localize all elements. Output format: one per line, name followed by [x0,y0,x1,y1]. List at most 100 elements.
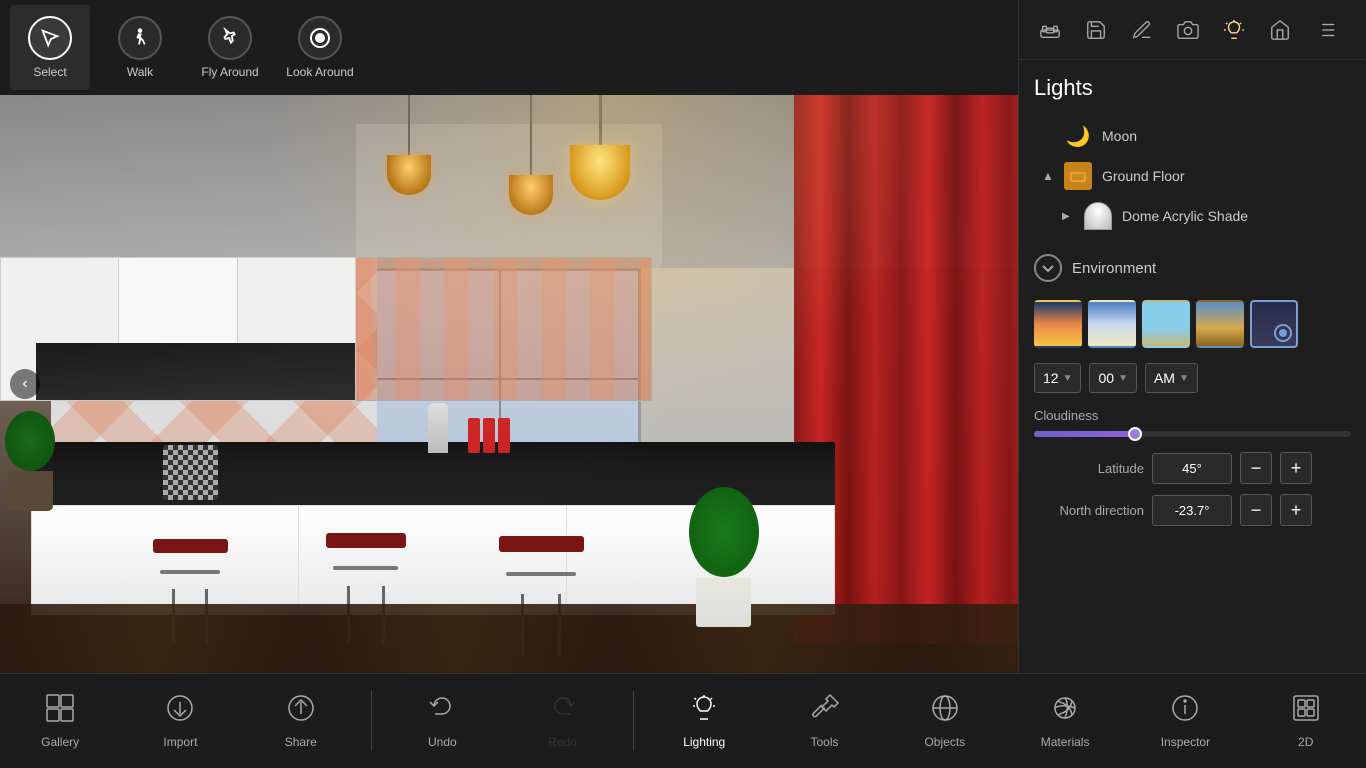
panel-save-btn[interactable] [1077,11,1115,49]
tool-walk-label: Walk [127,65,153,79]
bottom-share[interactable]: Share [251,679,351,764]
north-decrease[interactable]: − [1240,494,1272,526]
bottom-objects[interactable]: Objects [895,679,995,764]
top-toolbar: Select Walk Fly Around Look Around [0,0,1018,95]
dome-arrow: ▶ [1062,211,1074,222]
look-around-icon [298,16,342,60]
tools-icon [810,693,840,730]
north-increase[interactable]: + [1280,494,1312,526]
tree-item-moon[interactable]: 🌙 Moon [1034,116,1351,156]
bottom-2d[interactable]: 2D [1256,679,1356,764]
moon-icon: 🌙 [1064,122,1092,150]
bottom-gallery[interactable]: Gallery [10,679,110,764]
gallery-icon [45,693,75,730]
inspector-icon [1170,693,1200,730]
tool-fly-around-label: Fly Around [201,65,258,79]
period-select[interactable]: AM ▼ [1145,363,1198,393]
materials-icon [1050,693,1080,730]
latitude-decrease[interactable]: − [1240,452,1272,484]
period-arrow: ▼ [1179,373,1189,384]
import-label: Import [163,735,197,749]
viewport-bg: ‹ [0,95,1018,673]
tool-look-around-label: Look Around [286,65,353,79]
lighting-icon [689,693,719,730]
north-value: -23.7° [1152,495,1232,526]
panel-light-btn[interactable] [1215,11,1253,49]
bottom-toolbar: Gallery Import Share Un [0,673,1366,768]
moon-label: Moon [1102,128,1343,144]
time-preset-sunrise[interactable] [1034,300,1082,348]
tree-item-ground-floor[interactable]: ▲ Ground Floor [1034,156,1351,196]
tree-item-dome[interactable]: ▶ Dome Acrylic Shade [1054,196,1351,236]
right-panel: Lights 🌙 Moon ▲ Ground Floor ▶ Dome Acry… [1018,0,1366,673]
import-icon [165,693,195,730]
inspector-label: Inspector [1161,735,1210,749]
environment-section: Environment 12 ▼ [1019,246,1366,546]
latitude-row: Latitude 45° − + [1034,452,1351,484]
hour-arrow: ▼ [1063,373,1073,384]
tools-label: Tools [811,735,839,749]
bottom-tools[interactable]: Tools [775,679,875,764]
panel-list-btn[interactable] [1307,11,1345,49]
lights-section: Lights 🌙 Moon ▲ Ground Floor ▶ Dome Acry… [1019,60,1366,246]
tool-fly-around[interactable]: Fly Around [190,5,270,90]
tool-walk[interactable]: Walk [100,5,180,90]
environment-header[interactable]: Environment [1019,246,1366,290]
cloudiness-slider[interactable] [1034,431,1351,437]
undo-icon [427,693,457,730]
redo-icon [548,693,578,730]
panel-home-btn[interactable] [1261,11,1299,49]
time-selects: 12 ▼ 00 ▼ AM ▼ [1034,363,1351,393]
minute-select[interactable]: 00 ▼ [1089,363,1136,393]
tool-select-label: Select [33,65,66,79]
panel-edit-btn[interactable] [1123,11,1161,49]
2d-icon [1291,693,1321,730]
gallery-label: Gallery [41,735,79,749]
ground-floor-arrow: ▲ [1042,169,1054,183]
period-value: AM [1154,370,1175,386]
panel-camera-btn[interactable] [1169,11,1207,49]
objects-icon [930,693,960,730]
time-preset-afternoon[interactable] [1196,300,1244,348]
panel-icon-bar [1019,0,1366,60]
bottom-materials[interactable]: Materials [1015,679,1115,764]
bottom-redo: Redo [513,679,613,764]
hour-value: 12 [1043,370,1059,386]
ground-floor-label: Ground Floor [1102,168,1343,184]
latitude-value: 45° [1152,453,1232,484]
dome-label: Dome Acrylic Shade [1122,208,1343,224]
lighting-label: Lighting [683,735,725,749]
time-preset-morning[interactable] [1088,300,1136,348]
panel-sofa-btn[interactable] [1031,11,1069,49]
bottom-lighting[interactable]: Lighting [654,679,754,764]
env-toggle[interactable] [1034,254,1062,282]
floor-icon [1064,162,1092,190]
dome-icon [1084,202,1112,230]
select-icon [28,16,72,60]
tool-select[interactable]: Select [10,5,90,90]
share-label: Share [285,735,317,749]
cloudiness-thumb[interactable] [1128,427,1142,441]
north-label: North direction [1034,503,1144,518]
divider-2 [633,691,634,751]
scene-overlay [0,95,1018,673]
materials-label: Materials [1041,735,1090,749]
environment-body: 12 ▼ 00 ▼ AM ▼ Cloudiness Lat [1019,290,1366,546]
lights-title: Lights [1034,75,1351,101]
north-direction-row: North direction -23.7° − + [1034,494,1351,526]
minute-arrow: ▼ [1118,373,1128,384]
bottom-import[interactable]: Import [130,679,230,764]
latitude-label: Latitude [1034,461,1144,476]
minute-value: 00 [1098,370,1114,386]
time-preset-noon[interactable] [1142,300,1190,348]
bottom-inspector[interactable]: Inspector [1135,679,1235,764]
time-presets [1034,300,1351,348]
hour-select[interactable]: 12 ▼ [1034,363,1081,393]
divider-1 [371,691,372,751]
time-preset-custom[interactable] [1250,300,1298,348]
bottom-undo[interactable]: Undo [392,679,492,764]
fly-around-icon [208,16,252,60]
viewport[interactable]: ‹ [0,95,1018,673]
latitude-increase[interactable]: + [1280,452,1312,484]
tool-look-around[interactable]: Look Around [280,5,360,90]
